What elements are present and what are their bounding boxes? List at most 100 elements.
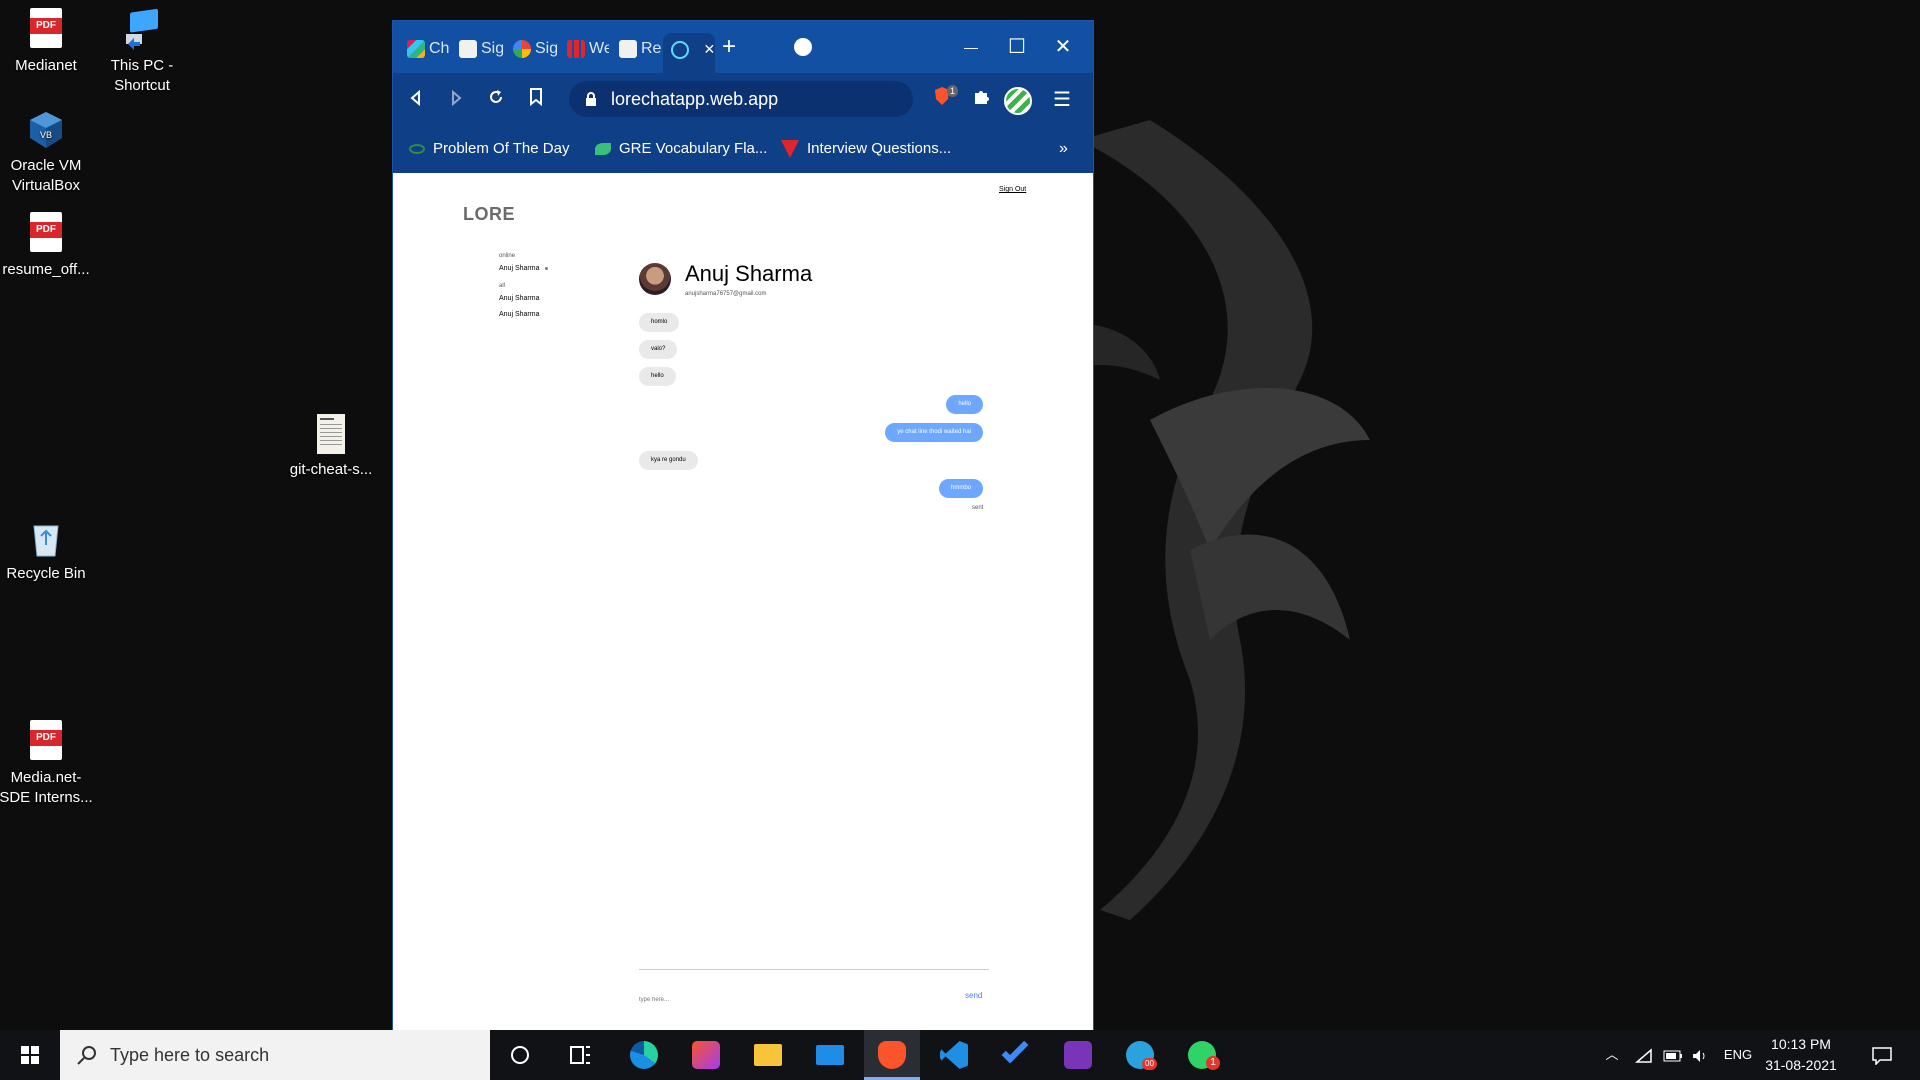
- taskbar-mail[interactable]: [802, 1030, 858, 1080]
- contact-list-item[interactable]: Anuj Sharma: [499, 295, 539, 302]
- taskbar-todo[interactable]: [988, 1030, 1044, 1080]
- mail-icon: [816, 1045, 844, 1065]
- taskbar-brave[interactable]: [864, 1030, 920, 1080]
- checkmark-icon: [1001, 1036, 1029, 1064]
- search-placeholder: Type here to search: [110, 1045, 270, 1065]
- tab-google-sign-in[interactable]: Sign: [505, 33, 557, 73]
- desktop-icon-label: Shortcut: [114, 77, 170, 94]
- extensions-button[interactable]: [967, 85, 997, 115]
- desktop-icon-this-pc[interactable]: This PC - Shortcut: [94, 8, 190, 96]
- task-view-button[interactable]: [552, 1030, 608, 1080]
- tab-strip: Cha Sign Sign We Res ✕ + — ☐ ✕: [393, 21, 1093, 73]
- desktop-icon-label: This PC -: [110, 57, 174, 74]
- tab-web[interactable]: We: [559, 33, 609, 73]
- contact-list-item[interactable]: Anuj Sharma: [499, 311, 539, 318]
- brave-shields-button[interactable]: 1: [927, 85, 959, 115]
- app-logo: LORE: [463, 204, 516, 224]
- start-button[interactable]: [0, 1030, 60, 1080]
- emblem-icon: [619, 39, 637, 58]
- maximize-button[interactable]: ☐: [997, 33, 1037, 61]
- input-divider: [639, 969, 989, 970]
- bookmark-button[interactable]: [521, 85, 551, 115]
- folder-icon: [754, 1044, 782, 1066]
- taskbar-whatsapp[interactable]: 1: [1174, 1030, 1230, 1080]
- edge-icon: [630, 1041, 658, 1069]
- tab-results[interactable]: Res: [611, 33, 661, 73]
- taskbar-search-box[interactable]: Type here to search: [60, 1030, 490, 1080]
- language-indicator[interactable]: ENG: [1718, 1030, 1758, 1080]
- online-section-header: online: [499, 253, 516, 259]
- new-tab-button[interactable]: +: [709, 33, 749, 61]
- network-button[interactable]: [1632, 1030, 1656, 1080]
- notifications-button[interactable]: [1862, 1030, 1902, 1080]
- sign-out-link[interactable]: Sign Out: [999, 186, 1026, 193]
- taskbar-edge[interactable]: [616, 1030, 672, 1080]
- battery-button[interactable]: [1660, 1030, 1686, 1080]
- desktop-icon-medianet[interactable]: PDF Medianet: [0, 8, 94, 76]
- browser-window: Cha Sign Sign We Res ✕ + — ☐ ✕: [392, 20, 1094, 1031]
- bookmark-gre-vocabulary[interactable]: GRE Vocabulary Fla...: [595, 137, 767, 161]
- bookmarks-bar: Problem Of The Day GRE Vocabulary Fla...…: [393, 125, 1093, 173]
- outgoing-message: ye chat line thodi waited hai: [885, 423, 983, 442]
- incoming-message: homlo: [639, 313, 680, 332]
- this-pc-icon: [120, 8, 164, 52]
- desktop-icon-resume[interactable]: PDF resume_off...: [0, 212, 94, 280]
- clock-date: 31-08-2021: [1765, 1057, 1837, 1073]
- taskbar-clock[interactable]: 10:13 PM 31-08-2021: [1756, 1034, 1846, 1076]
- google-icon: [513, 39, 531, 58]
- taskbar-onenote[interactable]: [1050, 1030, 1106, 1080]
- desktop-icon-git-cheat-sheet[interactable]: git-cheat-s...: [283, 412, 379, 480]
- incoming-message: hello: [639, 367, 676, 386]
- back-button[interactable]: [401, 85, 431, 115]
- bookmark-interview-questions[interactable]: Interview Questions...: [781, 137, 951, 161]
- tab-search-button[interactable]: [783, 33, 823, 61]
- close-window-button[interactable]: ✕: [1043, 33, 1083, 61]
- online-contact[interactable]: Anuj Sharma: [499, 265, 549, 272]
- desktop-icon-virtualbox[interactable]: VB Oracle VM VirtualBox: [0, 108, 94, 196]
- wifi-icon: [1634, 1047, 1652, 1063]
- emblem-icon: [459, 39, 477, 58]
- taskbar-file-explorer[interactable]: [740, 1030, 796, 1080]
- desktop-icon-label: Recycle Bin: [6, 565, 86, 582]
- taskbar-vscode[interactable]: [926, 1030, 982, 1080]
- taskbar-brave-beta[interactable]: [678, 1030, 734, 1080]
- desktop-icon-recycle-bin[interactable]: Recycle Bin: [0, 516, 94, 584]
- message-input[interactable]: [639, 993, 899, 1007]
- onenote-icon: [1064, 1041, 1092, 1069]
- reload-icon: [490, 90, 502, 103]
- bookmark-icon: [530, 88, 542, 107]
- clock-time: 10:13 PM: [1771, 1036, 1831, 1052]
- more-bookmarks-button[interactable]: »: [1059, 137, 1068, 161]
- volume-button[interactable]: [1688, 1030, 1712, 1080]
- reload-button[interactable]: [481, 85, 511, 115]
- spider-emblem-icon: [1040, 120, 1370, 920]
- address-bar[interactable]: lorechatapp.web.app: [569, 81, 913, 117]
- message-status: sent: [972, 505, 984, 511]
- tab-chat[interactable]: Cha: [399, 33, 449, 73]
- cortana-icon: [511, 1046, 529, 1064]
- incoming-message: valo?: [639, 340, 678, 359]
- bookmark-problem-of-the-day[interactable]: Problem Of The Day: [409, 137, 569, 161]
- puzzle-icon: [975, 91, 989, 104]
- cortana-button[interactable]: [492, 1030, 548, 1080]
- interview-icon: [781, 140, 799, 159]
- desktop-icon-label: SDE Interns...: [0, 789, 93, 806]
- tab-lore-chat[interactable]: ✕: [663, 33, 715, 73]
- show-hidden-icons-button[interactable]: ︿: [1600, 1030, 1624, 1080]
- hamburger-icon: ☰: [1053, 89, 1071, 111]
- shield-count-badge: 1: [947, 85, 959, 97]
- chat-partner-name: Anuj Sharma: [685, 261, 813, 286]
- chat-partner-avatar: [639, 263, 671, 295]
- taskbar-telegram[interactable]: 00: [1112, 1030, 1168, 1080]
- battery-icon: [1663, 1050, 1682, 1062]
- menu-button[interactable]: ☰: [1047, 85, 1077, 115]
- minimize-button[interactable]: —: [951, 33, 991, 61]
- tab-sign-in[interactable]: Sign: [451, 33, 503, 73]
- profile-button[interactable]: [1003, 85, 1033, 115]
- send-button[interactable]: send: [965, 991, 982, 1000]
- desktop-icon-label: Oracle VM: [10, 157, 82, 174]
- chat-partner-email: anujsharma76757@gmail.com: [685, 291, 767, 297]
- desktop-icon-medianet-sde[interactable]: PDF Media.net- SDE Interns...: [0, 720, 94, 808]
- forward-button[interactable]: [441, 85, 471, 115]
- slack-icon: [407, 39, 425, 58]
